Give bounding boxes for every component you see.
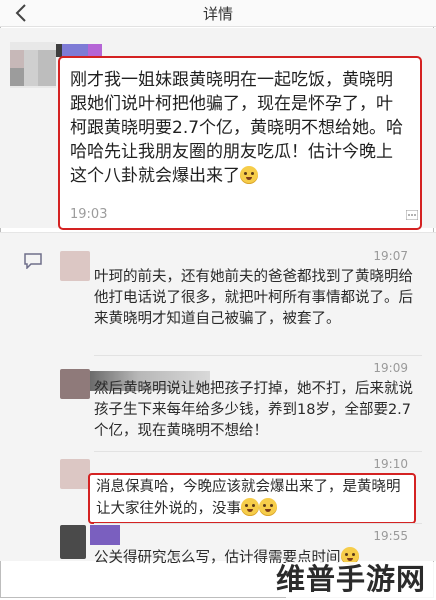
comment-text-highlight: 消息保真哈，今晚应该就会爆出来了，是黄晓明让大家往外说的，没事	[88, 473, 416, 524]
post-time: 19:03	[70, 207, 108, 222]
comment-icon	[24, 253, 42, 269]
comment-time: 19:09	[373, 361, 408, 375]
divider	[94, 523, 422, 524]
grimace-emoji-icon	[259, 498, 277, 516]
watermark: 维普手游网	[275, 562, 426, 596]
comment-avatar[interactable]	[60, 251, 90, 281]
more-icon[interactable]	[406, 210, 418, 220]
page-title: 详情	[202, 5, 233, 23]
comment-time: 19:55	[373, 529, 408, 543]
avatar[interactable]	[10, 42, 56, 88]
comment-text: 然后黄晓明说让她把孩子打掉，她不打，后来就说孩子生下来每年给多少钱，养到18岁，…	[94, 381, 413, 439]
comment-time: 19:10	[373, 457, 408, 471]
comment-avatar[interactable]	[60, 525, 86, 559]
mosaic-username	[90, 525, 120, 545]
grimace-emoji-icon	[240, 166, 258, 184]
post-text: 刚才我一姐妹跟黄晓明在一起吃饭，黄晓明跟她们说叶柯把他骗了，现在是怀孕了，叶柯跟…	[70, 70, 404, 186]
top-bar: 详情	[0, 0, 436, 27]
divider	[94, 355, 422, 356]
comment-avatar[interactable]	[60, 369, 90, 399]
comment-text: 叶珂的前夫，还有她前夫的爸爸都找到了黄晓明给他打电话说了很多，就把叶柯所有事情都…	[94, 269, 413, 327]
divider	[94, 451, 422, 452]
comment-avatar[interactable]	[60, 459, 90, 489]
post-text-highlight: 刚才我一姐妹跟黄晓明在一起吃饭，黄晓明跟她们说叶柯把他骗了，现在是怀孕了，叶柯跟…	[58, 56, 422, 230]
comments-section: 19:07 叶珂的前夫，还有她前夫的爸爸都找到了黄晓明给他打电话说了很多，就把叶…	[0, 232, 436, 565]
moment-post: 刚才我一姐妹跟黄晓明在一起吃饭，黄晓明跟她们说叶柯把他骗了，现在是怀孕了，叶柯跟…	[0, 28, 436, 230]
comment-time: 19:07	[373, 249, 408, 263]
grimace-emoji-icon	[241, 498, 259, 516]
